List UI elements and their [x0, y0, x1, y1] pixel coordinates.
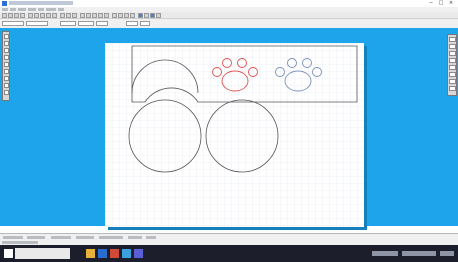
tool-palette — [2, 31, 10, 101]
app-icon — [2, 1, 7, 6]
zoom-fit-icon[interactable] — [72, 13, 77, 18]
menu-item-1[interactable] — [2, 8, 8, 11]
tab-1[interactable] — [3, 236, 23, 239]
width-field[interactable] — [60, 21, 76, 26]
align-icon[interactable] — [92, 13, 97, 18]
align-center-icon[interactable] — [449, 44, 456, 49]
x-position-field[interactable] — [2, 21, 24, 26]
group-icon[interactable] — [98, 13, 103, 18]
cut-icon[interactable] — [28, 13, 33, 18]
start-menu-icon[interactable] — [4, 249, 13, 258]
drawing-canvas[interactable] — [105, 43, 364, 227]
title-bar: − □ × — [0, 0, 458, 7]
paste-icon[interactable] — [40, 13, 45, 18]
units-field[interactable] — [140, 21, 150, 26]
minimize-button[interactable]: − — [428, 1, 434, 6]
tab-3[interactable] — [51, 236, 71, 239]
tab-7[interactable] — [146, 236, 156, 239]
new-file-icon[interactable] — [2, 13, 7, 18]
menu-item-2[interactable] — [10, 8, 16, 11]
save-icon[interactable] — [14, 13, 19, 18]
undo-icon[interactable] — [46, 13, 51, 18]
system-tray[interactable] — [372, 251, 398, 256]
cut-preview-icon[interactable] — [138, 13, 143, 18]
layer-down-icon[interactable] — [449, 72, 456, 77]
select-arrow-icon[interactable] — [4, 34, 9, 39]
taskbar-search-input[interactable] — [15, 248, 70, 259]
tray-icons[interactable] — [402, 251, 436, 256]
menu-item-7[interactable] — [58, 8, 64, 11]
right-tool-palette — [447, 34, 457, 96]
open-file-icon[interactable] — [8, 13, 13, 18]
pen-icon[interactable] — [4, 48, 9, 53]
fill-icon[interactable] — [449, 86, 456, 91]
property-bar — [0, 19, 458, 28]
close-button[interactable]: × — [448, 1, 454, 6]
browser-icon[interactable] — [98, 249, 107, 258]
tab-2[interactable] — [27, 236, 45, 239]
weld-icon[interactable] — [124, 13, 129, 18]
main-toolbar — [0, 12, 458, 19]
rotation-field[interactable] — [126, 21, 138, 26]
taskbar-clock — [440, 251, 454, 256]
tab-6[interactable] — [128, 236, 142, 239]
menu-item-6[interactable] — [46, 8, 56, 11]
zoom-out-icon[interactable] — [66, 13, 71, 18]
align-right-icon[interactable] — [449, 51, 456, 56]
help-icon[interactable] — [156, 13, 161, 18]
snap-icon[interactable] — [86, 13, 91, 18]
status-text — [2, 241, 38, 244]
app-icon-red[interactable] — [110, 249, 119, 258]
align-left-icon[interactable] — [449, 37, 456, 42]
cutting-app-taskbar-icon[interactable] — [134, 249, 143, 258]
file-explorer-icon[interactable] — [86, 249, 95, 258]
layers-icon[interactable] — [144, 13, 149, 18]
ellipse-icon[interactable] — [4, 62, 9, 67]
scale-field[interactable] — [96, 21, 108, 26]
height-field[interactable] — [78, 21, 94, 26]
right-panel-dock — [446, 28, 458, 226]
left-tool-dock — [0, 28, 12, 226]
maximize-button[interactable]: □ — [438, 1, 444, 6]
send-to-cutter-icon[interactable] — [150, 13, 155, 18]
mirror-icon[interactable] — [112, 13, 117, 18]
menu-item-5[interactable] — [38, 8, 44, 11]
node-edit-icon[interactable] — [4, 41, 9, 46]
polygon-icon[interactable] — [4, 69, 9, 74]
menu-item-4[interactable] — [28, 8, 36, 11]
eraser-icon[interactable] — [4, 90, 9, 95]
tab-4[interactable] — [76, 236, 94, 239]
layer-up-icon[interactable] — [449, 65, 456, 70]
copy-icon[interactable] — [34, 13, 39, 18]
grid-icon[interactable] — [80, 13, 85, 18]
menu-item-3[interactable] — [18, 8, 26, 11]
design-sheet[interactable] — [105, 43, 364, 227]
knife-icon[interactable] — [4, 83, 9, 88]
rotate-icon[interactable] — [118, 13, 123, 18]
bottom-tab-bar — [0, 233, 458, 245]
redo-icon[interactable] — [52, 13, 57, 18]
distribute-icon[interactable] — [449, 58, 456, 63]
window-title — [9, 1, 73, 5]
app-icon-blue[interactable] — [122, 249, 131, 258]
tab-5[interactable] — [99, 236, 123, 239]
zoom-in-icon[interactable] — [60, 13, 65, 18]
print-icon[interactable] — [20, 13, 25, 18]
trim-icon[interactable] — [130, 13, 135, 18]
ungroup-icon[interactable] — [104, 13, 109, 18]
y-position-field[interactable] — [26, 21, 48, 26]
color-icon[interactable] — [449, 79, 456, 84]
text-icon[interactable] — [4, 76, 9, 81]
os-taskbar — [0, 245, 458, 262]
rectangle-icon[interactable] — [4, 55, 9, 60]
